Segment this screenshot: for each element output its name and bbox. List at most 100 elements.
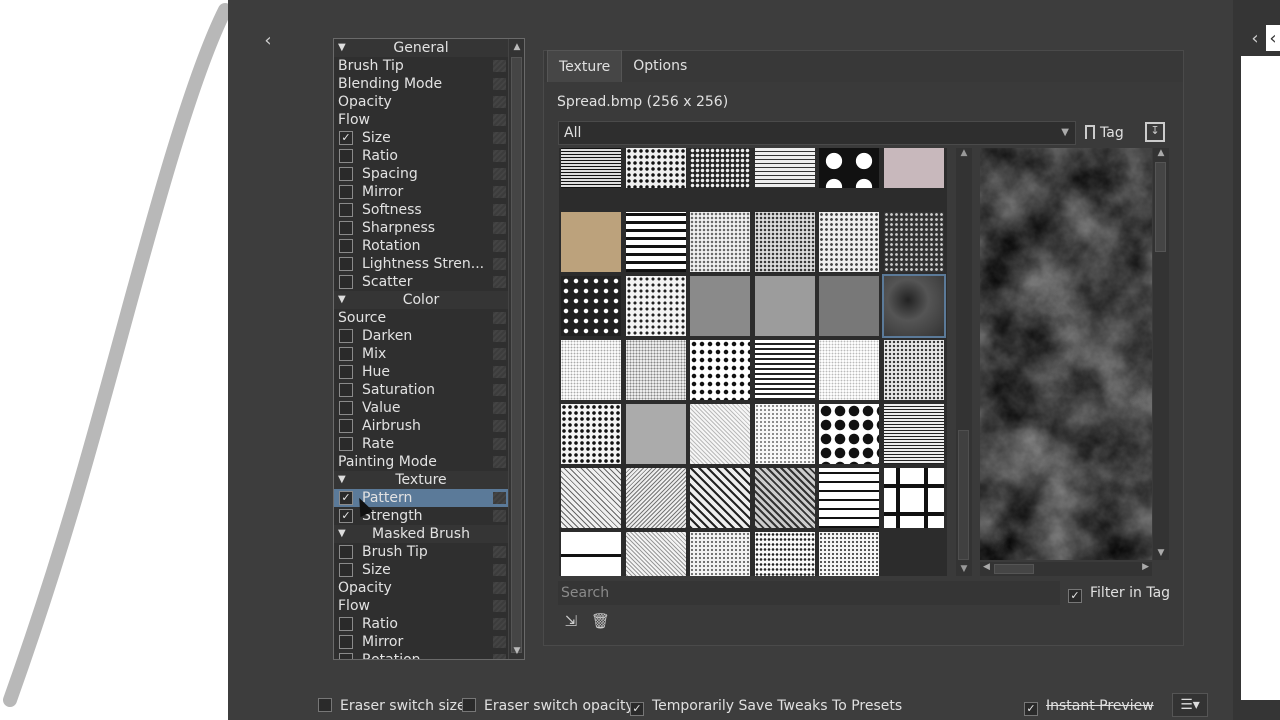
tree-option[interactable]: Mix	[334, 345, 508, 363]
lock-icon[interactable]	[493, 312, 506, 324]
tree-category[interactable]: ▼ Masked Brush	[334, 525, 508, 543]
pattern-tile[interactable]	[625, 212, 686, 272]
eraser-switch-opacity-checkbox[interactable]: Eraser switch opacity	[462, 695, 634, 717]
canvas-left[interactable]	[0, 0, 228, 720]
checkbox[interactable]: ✓	[339, 509, 353, 523]
checkbox[interactable]	[339, 149, 353, 163]
pattern-tile[interactable]	[819, 148, 879, 188]
pattern-tile[interactable]	[625, 148, 686, 188]
pattern-tile[interactable]	[754, 468, 815, 528]
checkbox[interactable]	[339, 419, 353, 433]
pattern-tile[interactable]	[625, 468, 686, 528]
expand-arrow-icon[interactable]: ▼	[338, 471, 346, 489]
scroll-thumb[interactable]	[958, 430, 969, 560]
tree-option[interactable]: Size	[334, 561, 508, 579]
checkbox[interactable]	[339, 203, 353, 217]
pattern-tile[interactable]	[819, 468, 879, 528]
pattern-tile[interactable]	[883, 404, 944, 464]
checkbox[interactable]: ✓	[339, 131, 353, 145]
tree-category[interactable]: ▼ Color	[334, 291, 508, 309]
lock-icon[interactable]	[493, 240, 506, 252]
pattern-tile[interactable]	[561, 148, 621, 188]
checkbox[interactable]	[339, 347, 353, 361]
tree-option[interactable]: Hue	[334, 363, 508, 381]
tree-item[interactable]: Flow	[334, 597, 508, 615]
pattern-tile[interactable]	[754, 276, 815, 336]
lock-icon[interactable]	[493, 510, 506, 522]
pattern-tile[interactable]	[561, 404, 621, 464]
tree-category[interactable]: ▼ Texture	[334, 471, 508, 489]
pattern-tile[interactable]	[561, 468, 621, 528]
tree-option[interactable]: Value	[334, 399, 508, 417]
checkbox[interactable]	[339, 185, 353, 199]
pattern-tile[interactable]	[754, 532, 815, 576]
grid-scrollbar[interactable]: ▲ ▼	[956, 148, 972, 576]
tab-options[interactable]: Options	[622, 50, 698, 82]
pattern-tile[interactable]	[625, 532, 686, 576]
pattern-tile[interactable]	[561, 340, 621, 400]
lock-icon[interactable]	[493, 402, 506, 414]
pattern-tile[interactable]	[561, 532, 621, 576]
preview-hscrollbar[interactable]: ◀ ▶	[980, 562, 1152, 576]
checkbox[interactable]	[339, 383, 353, 397]
chevron-left-icon[interactable]: ‹	[1242, 25, 1268, 51]
expand-arrow-icon[interactable]: ▼	[338, 525, 346, 543]
checkbox[interactable]	[339, 365, 353, 379]
preview-vscrollbar[interactable]: ▲ ▼	[1153, 148, 1169, 560]
tag-button[interactable]: Tag	[1085, 121, 1124, 145]
checkbox[interactable]	[318, 698, 332, 712]
checkbox[interactable]: ✓	[1068, 589, 1082, 603]
scroll-thumb[interactable]	[511, 57, 522, 653]
scroll-thumb[interactable]	[1155, 162, 1166, 252]
checkbox[interactable]: ✓	[339, 491, 353, 505]
checkbox[interactable]	[339, 617, 353, 631]
scroll-right-icon[interactable]: ▶	[1142, 562, 1149, 572]
filter-in-tag-checkbox[interactable]: ✓ Filter in Tag	[1068, 581, 1170, 605]
checkbox[interactable]: ✓	[1024, 702, 1038, 716]
scroll-up-icon[interactable]: ▲	[958, 148, 970, 160]
tree-option[interactable]: Scatter	[334, 273, 508, 291]
lock-icon[interactable]	[493, 384, 506, 396]
tree-option[interactable]: Softness	[334, 201, 508, 219]
checkbox[interactable]	[339, 257, 353, 271]
checkbox[interactable]: ✓	[630, 702, 644, 716]
tree-option[interactable]: Lightness Stren...	[334, 255, 508, 273]
pattern-tile[interactable]	[883, 148, 944, 188]
tree-option[interactable]: Mirror	[334, 633, 508, 651]
checkbox[interactable]	[339, 635, 353, 649]
pattern-tile[interactable]	[754, 148, 815, 188]
lock-icon[interactable]	[493, 600, 506, 612]
checkbox[interactable]	[339, 329, 353, 343]
checkbox[interactable]	[339, 653, 353, 659]
tree-option[interactable]: Rotation	[334, 237, 508, 255]
lock-icon[interactable]	[493, 258, 506, 270]
pattern-tile[interactable]	[561, 276, 621, 336]
checkbox[interactable]	[339, 437, 353, 451]
tree-option[interactable]: Brush Tip	[334, 543, 508, 561]
lock-icon[interactable]	[493, 654, 506, 659]
lock-icon[interactable]	[493, 168, 506, 180]
lock-icon[interactable]	[493, 348, 506, 360]
pattern-tile[interactable]	[690, 532, 750, 576]
pattern-tile[interactable]	[754, 404, 815, 464]
tree-option[interactable]: Rate	[334, 435, 508, 453]
chevron-left-icon[interactable]: ‹	[1266, 25, 1280, 51]
lock-icon[interactable]	[493, 420, 506, 432]
checkbox[interactable]	[339, 167, 353, 181]
scroll-up-icon[interactable]: ▲	[1155, 148, 1167, 160]
tab-texture[interactable]: Texture	[547, 50, 623, 82]
tree-option[interactable]: Ratio	[334, 615, 508, 633]
checkbox[interactable]	[339, 563, 353, 577]
lock-icon[interactable]	[493, 186, 506, 198]
checkbox[interactable]	[339, 239, 353, 253]
pattern-tile[interactable]	[690, 404, 750, 464]
pattern-tile[interactable]	[819, 276, 879, 336]
expand-arrow-icon[interactable]: ▼	[338, 291, 346, 309]
lock-icon[interactable]	[493, 222, 506, 234]
tree-item[interactable]: Source	[334, 309, 508, 327]
pattern-tile[interactable]	[625, 404, 686, 464]
tree-scrollbar[interactable]: ▲ ▼	[508, 39, 524, 659]
hamburger-menu-icon[interactable]: ☰▾	[1172, 693, 1208, 717]
pattern-tile[interactable]	[881, 274, 946, 338]
lock-icon[interactable]	[493, 276, 506, 288]
